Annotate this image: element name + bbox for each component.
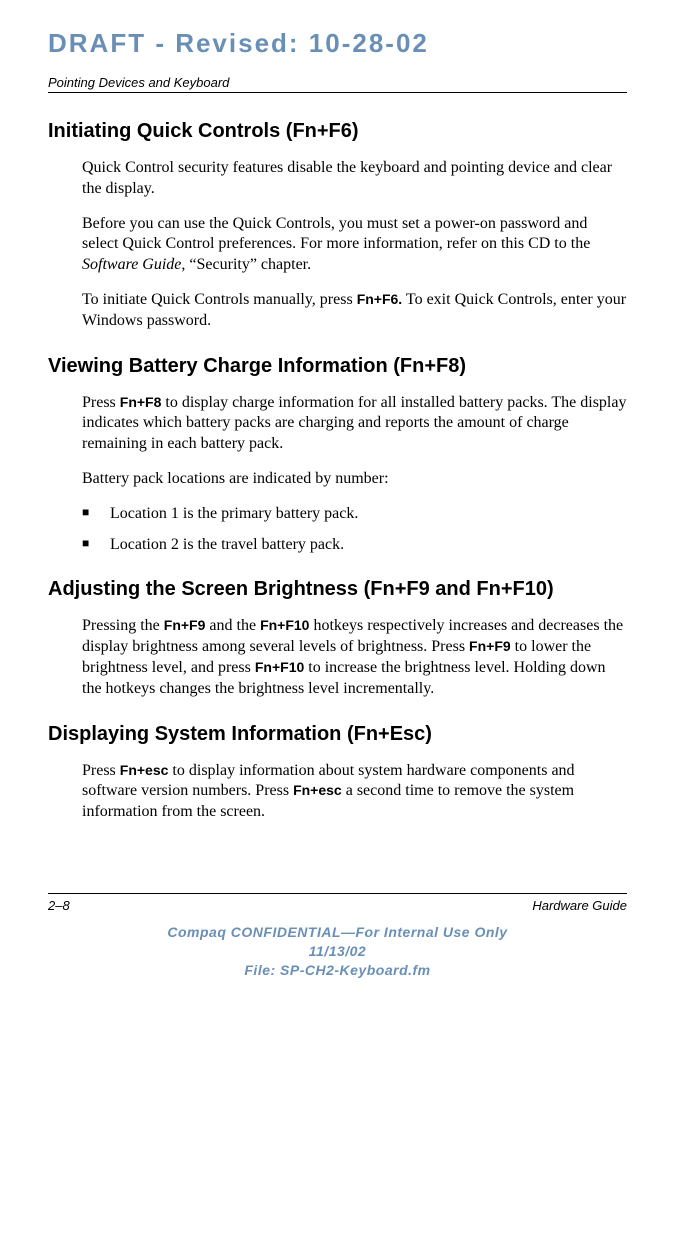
key-combo: Fn+F6. (357, 291, 403, 307)
text: To initiate Quick Controls manually, pre… (82, 291, 357, 308)
confidential-line: 11/13/02 (48, 942, 627, 961)
draft-banner: DRAFT - Revised: 10-28-02 (48, 28, 627, 59)
confidential-block: Compaq CONFIDENTIAL—For Internal Use Onl… (48, 923, 627, 980)
key-combo: Fn+F10 (260, 617, 309, 633)
header-rule (48, 92, 627, 93)
paragraph: To initiate Quick Controls manually, pre… (82, 290, 627, 332)
key-combo: Fn+esc (120, 762, 169, 778)
key-combo: Fn+F8 (120, 394, 162, 410)
paragraph: Press Fn+esc to display information abou… (82, 761, 627, 823)
body-quick-controls: Quick Control security features disable … (82, 158, 627, 332)
text: Press (82, 394, 120, 411)
text: Press (82, 762, 120, 779)
page-number: 2–8 (48, 898, 70, 913)
list-item: Location 2 is the travel battery pack. (82, 535, 627, 556)
text: “Security” chapter. (185, 256, 311, 273)
text: Pressing the (82, 617, 164, 634)
bullet-list: Location 1 is the primary battery pack. … (82, 504, 627, 556)
heading-system-info: Displaying System Information (Fn+Esc) (48, 722, 627, 747)
document-page: DRAFT - Revised: 10-28-02 Pointing Devic… (0, 0, 675, 1004)
guide-name: Hardware Guide (532, 898, 627, 913)
footer: 2–8 Hardware Guide Compaq CONFIDENTIAL—F… (48, 893, 627, 980)
heading-screen-brightness: Adjusting the Screen Brightness (Fn+F9 a… (48, 577, 627, 602)
key-combo: Fn+F10 (255, 659, 304, 675)
key-combo: Fn+F9 (469, 638, 511, 654)
footer-rule (48, 893, 627, 894)
paragraph: Battery pack locations are indicated by … (82, 469, 627, 490)
text: and the (205, 617, 260, 634)
body-system-info: Press Fn+esc to display information abou… (82, 761, 627, 823)
running-head: Pointing Devices and Keyboard (48, 75, 627, 90)
paragraph: Quick Control security features disable … (82, 158, 627, 200)
text: Before you can use the Quick Controls, y… (82, 215, 590, 253)
confidential-line: File: SP-CH2-Keyboard.fm (48, 961, 627, 980)
heading-quick-controls: Initiating Quick Controls (Fn+F6) (48, 119, 627, 144)
key-combo: Fn+F9 (164, 617, 206, 633)
confidential-line: Compaq CONFIDENTIAL—For Internal Use Onl… (48, 923, 627, 942)
list-item: Location 1 is the primary battery pack. (82, 504, 627, 525)
heading-battery-charge: Viewing Battery Charge Information (Fn+F… (48, 354, 627, 379)
paragraph: Press Fn+F8 to display charge informatio… (82, 393, 627, 455)
text-italic: Software Guide, (82, 256, 185, 273)
footer-row: 2–8 Hardware Guide (48, 898, 627, 913)
paragraph: Before you can use the Quick Controls, y… (82, 214, 627, 276)
body-battery-charge: Press Fn+F8 to display charge informatio… (82, 393, 627, 556)
body-screen-brightness: Pressing the Fn+F9 and the Fn+F10 hotkey… (82, 616, 627, 699)
paragraph: Pressing the Fn+F9 and the Fn+F10 hotkey… (82, 616, 627, 699)
key-combo: Fn+esc (293, 782, 342, 798)
text: to display charge information for all in… (82, 394, 626, 453)
